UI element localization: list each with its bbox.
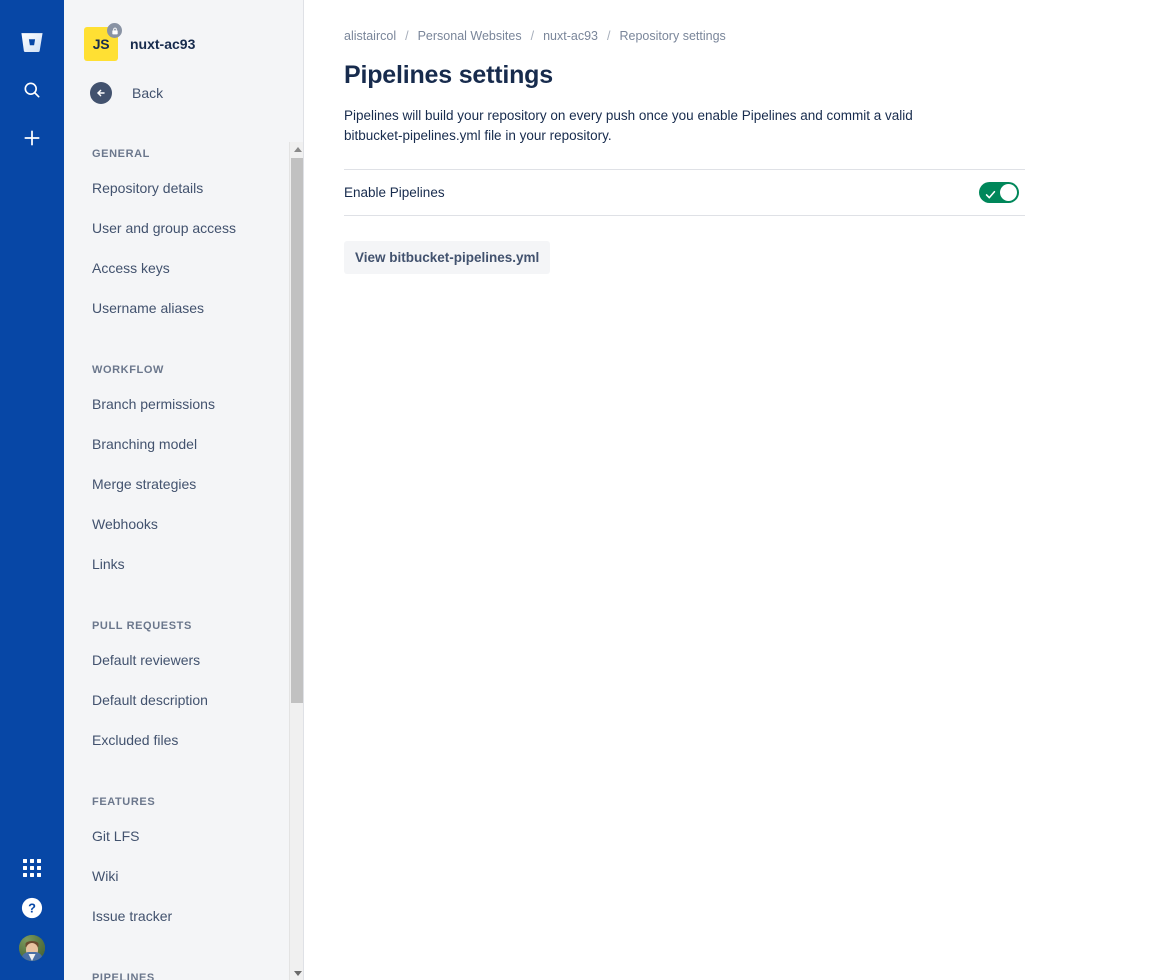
sidebar-item-issue-tracker[interactable]: Issue tracker bbox=[92, 896, 304, 936]
lock-icon bbox=[107, 23, 122, 38]
create-icon[interactable] bbox=[0, 114, 64, 162]
repo-header[interactable]: JS nuxt-ac93 bbox=[64, 0, 304, 66]
view-pipelines-yml-button[interactable]: View bitbucket-pipelines.yml bbox=[344, 241, 551, 274]
back-label: Back bbox=[132, 85, 164, 101]
nav-section-title-workflow: WORKFLOW bbox=[92, 364, 165, 376]
nav-section-gap bbox=[92, 328, 304, 356]
repo-name: nuxt-ac93 bbox=[130, 36, 196, 52]
help-icon[interactable]: ? bbox=[0, 888, 64, 928]
search-icon[interactable] bbox=[0, 66, 64, 114]
sidebar-item-access-keys[interactable]: Access keys bbox=[92, 248, 304, 288]
scroll-down-triangle bbox=[293, 970, 302, 976]
check-icon bbox=[985, 187, 996, 205]
arrow-left-icon bbox=[90, 82, 112, 104]
sidebar-item-user-and-group-access[interactable]: User and group access bbox=[92, 208, 304, 248]
app-root: ? JS nuxt-ac93 Back GENERAL Repository d… bbox=[0, 0, 1153, 980]
breadcrumb: alistaircol / Personal Websites / nuxt-ac93 /… bbox=[344, 26, 1029, 46]
nav-section-gap bbox=[92, 760, 304, 788]
repo-avatar: JS bbox=[84, 23, 122, 61]
nav-section-gap bbox=[92, 936, 304, 964]
sidebar-item-links[interactable]: Links bbox=[92, 544, 304, 584]
svg-text:?: ? bbox=[28, 901, 36, 916]
sidebar-divider bbox=[303, 0, 304, 980]
sidebar-item-merge-strategies[interactable]: Merge strategies bbox=[92, 464, 304, 504]
breadcrumb-separator: / bbox=[606, 29, 611, 43]
rail-top-group bbox=[0, 0, 64, 162]
sidebar-item-branch-permissions[interactable]: Branch permissions bbox=[92, 384, 304, 424]
global-nav-rail: ? bbox=[0, 0, 64, 980]
nav-section-title-general: GENERAL bbox=[92, 148, 150, 160]
sidebar-item-git-lfs[interactable]: Git LFS bbox=[92, 816, 304, 856]
breadcrumb-item-2[interactable]: nuxt-ac93 bbox=[543, 29, 598, 43]
sidebar-item-default-reviewers[interactable]: Default reviewers bbox=[92, 640, 304, 680]
toggle-knob bbox=[1000, 184, 1017, 201]
nav-section-title-pipelines: PIPELINES bbox=[92, 972, 155, 980]
bitbucket-logo-icon[interactable] bbox=[0, 18, 64, 66]
main-content: alistaircol / Personal Websites / nuxt-ac93 /… bbox=[304, 0, 1153, 980]
content-column: alistaircol / Personal Websites / nuxt-ac93 /… bbox=[344, 26, 1029, 274]
enable-pipelines-row: Enable Pipelines bbox=[344, 169, 1025, 216]
nav-section-title-pull-requests: PULL REQUESTS bbox=[92, 620, 192, 632]
repository-settings-sidebar: JS nuxt-ac93 Back GENERAL Repository det… bbox=[64, 0, 304, 980]
breadcrumb-item-3: Repository settings bbox=[619, 29, 726, 43]
sidebar-item-webhooks[interactable]: Webhooks bbox=[92, 504, 304, 544]
user-avatar-button[interactable] bbox=[0, 928, 64, 968]
enable-pipelines-toggle[interactable] bbox=[979, 182, 1019, 203]
scroll-up-triangle bbox=[293, 146, 302, 152]
sidebar-item-branching-model[interactable]: Branching model bbox=[92, 424, 304, 464]
rail-bottom-group: ? bbox=[0, 848, 64, 968]
breadcrumb-separator: / bbox=[405, 29, 409, 43]
sidebar-item-wiki[interactable]: Wiki bbox=[92, 856, 304, 896]
page-title: Pipelines settings bbox=[344, 61, 553, 89]
nav-section-gap bbox=[92, 584, 304, 612]
settings-nav-scroll-region: GENERAL Repository details User and group … bbox=[64, 140, 304, 980]
sidebar-item-default-description[interactable]: Default description bbox=[92, 680, 304, 720]
sidebar-scrollbar[interactable] bbox=[289, 142, 304, 980]
enable-pipelines-label: Enable Pipelines bbox=[344, 185, 445, 200]
breadcrumb-item-0[interactable]: alistaircol bbox=[344, 29, 396, 43]
breadcrumb-item-1[interactable]: Personal Websites bbox=[418, 29, 522, 43]
nav-section-title-features: FEATURES bbox=[92, 796, 156, 808]
breadcrumb-separator: / bbox=[530, 29, 535, 43]
back-button[interactable]: Back bbox=[64, 66, 304, 108]
app-switcher-icon[interactable] bbox=[0, 848, 64, 888]
user-avatar[interactable] bbox=[19, 935, 45, 961]
sidebar-item-excluded-files[interactable]: Excluded files bbox=[92, 720, 304, 760]
sidebar-item-username-aliases[interactable]: Username aliases bbox=[92, 288, 304, 328]
sidebar-item-repository-details[interactable]: Repository details bbox=[92, 168, 304, 208]
settings-nav: GENERAL Repository details User and group … bbox=[64, 140, 304, 980]
page-description: Pipelines will build your repository on … bbox=[344, 108, 913, 143]
